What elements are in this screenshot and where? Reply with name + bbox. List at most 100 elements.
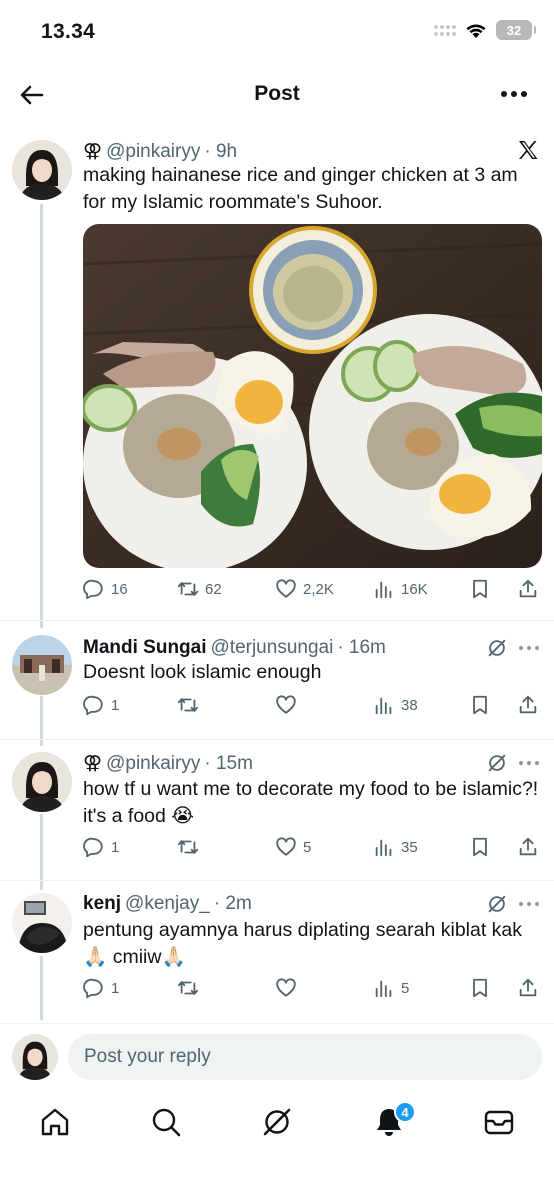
post-image[interactable] [83, 224, 542, 568]
reply-input[interactable]: Post your reply [68, 1034, 542, 1080]
home-icon[interactable] [38, 1105, 72, 1139]
share-button[interactable] [517, 694, 539, 716]
heart-icon [276, 695, 296, 714]
like-button[interactable]: 5 [275, 836, 311, 858]
views-count: 35 [401, 838, 418, 856]
like-count: 2,2K [303, 580, 334, 598]
reply-actions: 1 5 [83, 977, 543, 1003]
share-button[interactable] [517, 578, 539, 600]
reply-text: pentung ayamnya harus diplating searah k… [83, 919, 523, 968]
grok-icon[interactable] [486, 893, 508, 915]
grok-icon[interactable] [260, 1105, 294, 1139]
repost-icon [177, 698, 199, 712]
reply-count: 1 [111, 696, 120, 714]
repost-icon [177, 582, 199, 596]
post-actions: 16 62 2,2K 16K [83, 578, 543, 604]
avatar[interactable] [12, 752, 72, 812]
user-handle[interactable]: @pinkairyy [106, 753, 200, 775]
reply-tweet[interactable]: Mandi Sungai @terjunsungai · 16m Doesnt … [0, 621, 554, 739]
notification-badge: 4 [394, 1101, 416, 1123]
grok-icon[interactable] [486, 637, 508, 659]
like-button[interactable] [275, 977, 303, 999]
bookmark-icon [473, 579, 487, 599]
avatar[interactable] [12, 1034, 58, 1080]
views-icon [375, 980, 392, 998]
views-count: 38 [401, 696, 418, 714]
bookmark-button[interactable] [469, 836, 491, 858]
views-icon [375, 697, 392, 715]
search-icon[interactable] [149, 1105, 183, 1139]
like-button[interactable] [275, 694, 303, 716]
post-time: · 15m [204, 752, 253, 774]
more-horizontal-icon[interactable] [518, 759, 540, 767]
status-bar: 13.34 32 [0, 0, 554, 66]
main-post[interactable]: ⚢ @pinkairyy · 9h making hainanese rice … [0, 122, 554, 620]
reply-button[interactable]: 1 [83, 836, 119, 858]
more-horizontal-icon[interactable] [500, 82, 528, 106]
reply-header: kenj @kenjay_ · 2m [83, 893, 252, 915]
post-text: making hainanese rice and ginger chicken… [83, 164, 518, 213]
views-icon [375, 581, 392, 599]
post-header: ⚢ @pinkairyy · 9h [83, 140, 237, 163]
avatar[interactable] [12, 635, 72, 695]
grok-icon[interactable] [486, 752, 508, 774]
avatar[interactable] [12, 893, 72, 953]
share-icon [519, 978, 537, 997]
bookmark-button[interactable] [469, 578, 491, 600]
views-button[interactable]: 35 [373, 836, 418, 858]
user-handle[interactable]: @kenjay_ [125, 893, 210, 915]
share-icon [519, 579, 537, 598]
views-button[interactable]: 16K [373, 578, 428, 600]
reply-icon [83, 695, 103, 716]
reply-tweet[interactable]: kenj @kenjay_ · 2m pentung ayamnya harus… [0, 881, 554, 1021]
reply-button[interactable]: 1 [83, 694, 119, 716]
bookmark-button[interactable] [469, 694, 491, 716]
battery-level: 32 [506, 22, 522, 38]
status-icons: 32 [434, 20, 536, 40]
reply-button[interactable]: 1 [83, 977, 119, 999]
reply-composer: Post your reply [0, 1023, 554, 1091]
views-button[interactable]: 5 [373, 977, 409, 999]
repost-button[interactable] [177, 694, 205, 716]
avatar[interactable] [12, 140, 72, 200]
share-button[interactable] [517, 977, 539, 999]
x-logo-icon [519, 141, 538, 159]
messages-icon[interactable] [482, 1105, 516, 1139]
reply-text: how tf u want me to decorate my food to … [83, 778, 539, 827]
reply-tweet[interactable]: ⚢ @pinkairyy · 15m how tf u want me to d… [0, 740, 554, 880]
bookmark-button[interactable] [469, 977, 491, 999]
reply-text: Doesnt look islamic enough [83, 661, 322, 683]
repost-button[interactable] [177, 977, 205, 999]
more-horizontal-icon[interactable] [518, 900, 540, 908]
repost-button[interactable]: 62 [177, 578, 222, 600]
status-time: 13.34 [41, 20, 96, 43]
reply-header: Mandi Sungai @terjunsungai · 16m [83, 637, 386, 659]
post-time: · 16m [337, 637, 386, 658]
reply-button[interactable]: 16 [83, 578, 128, 600]
page-title: Post [254, 82, 300, 105]
reply-icon [83, 978, 103, 999]
reply-icon [83, 579, 103, 600]
like-button[interactable]: 2,2K [275, 578, 334, 600]
bookmark-icon [473, 695, 487, 715]
views-button[interactable]: 38 [373, 694, 418, 716]
user-name[interactable]: Mandi Sungai [83, 637, 207, 659]
repost-count: 62 [205, 580, 222, 598]
cellular-signal-icon [434, 24, 456, 36]
gender-symbol: ⚢ [83, 753, 103, 774]
battery-icon: 32 [496, 20, 536, 40]
user-handle[interactable]: @pinkairyy [106, 141, 200, 163]
user-handle[interactable]: @terjunsungai [211, 637, 334, 659]
repost-button[interactable] [177, 836, 205, 858]
wifi-icon [466, 23, 486, 38]
reply-count: 16 [111, 580, 128, 598]
repost-icon [177, 840, 199, 854]
share-button[interactable] [517, 836, 539, 858]
share-icon [519, 695, 537, 714]
heart-icon [276, 579, 296, 598]
bottom-tab-bar [0, 1091, 554, 1200]
views-count: 5 [401, 979, 410, 997]
post-time: · 9h [204, 140, 238, 162]
more-horizontal-icon[interactable] [518, 644, 540, 652]
user-name[interactable]: kenj [83, 893, 121, 915]
